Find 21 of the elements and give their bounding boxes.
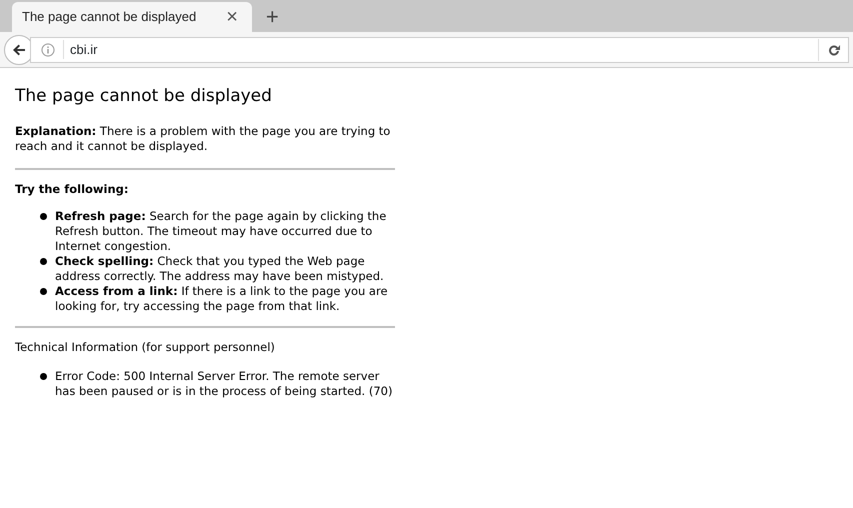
list-item-text: Refresh page: Search for the page again by clicking the Refresh button. The timeout may have occurred due to Internet congestion.: [55, 209, 388, 254]
info-icon[interactable]: [41, 42, 55, 56]
explanation-text: Explanation: There is a problem with the page you are trying to reach and it cannot be displayed.: [15, 124, 392, 154]
back-arrow-icon: [11, 42, 27, 58]
bullet-icon: [40, 288, 47, 296]
list-item-text: Access from a link: If there is a link to the page you are looking for, try accessing the page from that link.: [55, 284, 389, 314]
section-heading: Technical Information (for support personnel): [15, 340, 276, 356]
bullet-icon: [40, 258, 47, 266]
list-item-text: Error Code: 500 Internal Server Error. The remote server has been paused or is in the process of being started. (70): [55, 369, 394, 400]
page-heading: The page cannot be displayed: [15, 86, 273, 106]
url-text: cbi.ir: [63, 40, 818, 60]
bullet-icon: [40, 213, 47, 220]
bullet-icon: [40, 373, 47, 380]
tab-title: The page cannot be displayed: [22, 8, 196, 26]
new-tab-button[interactable]: +: [262, 6, 283, 28]
address-bar[interactable]: cbi.ir: [30, 36, 849, 62]
close-button[interactable]: ×: [222, 7, 242, 27]
section-heading: Try the following:: [15, 182, 130, 198]
list-item-text: Check spelling: Check that you typed the Web page address correctly. The address may have been mistyped.: [55, 254, 385, 284]
tab[interactable]: The page cannot be displayed ×: [12, 2, 252, 32]
reload-icon: [826, 42, 840, 56]
